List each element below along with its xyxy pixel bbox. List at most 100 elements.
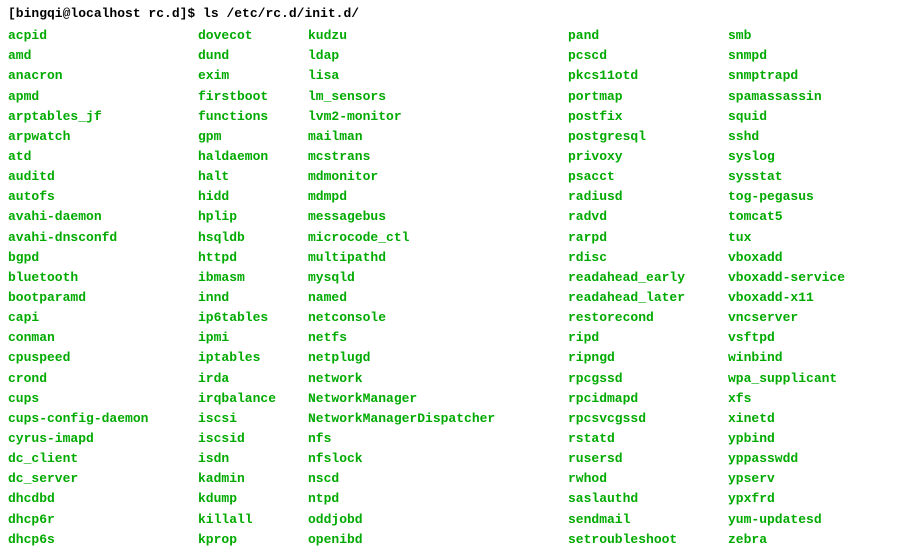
file-entry: irqbalance xyxy=(198,389,308,409)
file-entry: dc_server xyxy=(8,469,198,489)
file-entry: netconsole xyxy=(308,308,568,328)
file-entry: ip6tables xyxy=(198,308,308,328)
file-entry: cups-config-daemon xyxy=(8,409,198,429)
file-entry: postgresql xyxy=(568,127,728,147)
file-entry: apmd xyxy=(8,87,198,107)
file-entry: ntpd xyxy=(308,489,568,509)
file-entry: lm_sensors xyxy=(308,87,568,107)
file-entry: avahi-daemon xyxy=(8,207,198,227)
file-entry: syslog xyxy=(728,147,845,167)
file-entry: rarpd xyxy=(568,228,728,248)
file-entry: rstatd xyxy=(568,429,728,449)
file-entry: rpcsvcgssd xyxy=(568,409,728,429)
file-entry: bootparamd xyxy=(8,288,198,308)
file-entry: arptables_jf xyxy=(8,107,198,127)
file-entry: dc_client xyxy=(8,449,198,469)
file-entry: lisa xyxy=(308,66,568,86)
file-entry: lvm2-monitor xyxy=(308,107,568,127)
file-entry: cyrus-imapd xyxy=(8,429,198,449)
file-entry: hidd xyxy=(198,187,308,207)
file-entry: xfs xyxy=(728,389,845,409)
prompt-command: ls /etc/rc.d/init.d/ xyxy=(203,6,359,21)
file-entry: readahead_later xyxy=(568,288,728,308)
file-entry: named xyxy=(308,288,568,308)
file-entry: mcstrans xyxy=(308,147,568,167)
file-entry: ypxfrd xyxy=(728,489,845,509)
file-entry: kdump xyxy=(198,489,308,509)
file-entry: ipmi xyxy=(198,328,308,348)
file-entry: exim xyxy=(198,66,308,86)
file-entry: netfs xyxy=(308,328,568,348)
file-entry: dhcdbd xyxy=(8,489,198,509)
file-entry: saslauthd xyxy=(568,489,728,509)
file-entry: xinetd xyxy=(728,409,845,429)
file-entry: tomcat5 xyxy=(728,207,845,227)
ls-column-4: smbsnmpdsnmptrapdspamassassinsquidsshdsy… xyxy=(728,26,845,550)
file-entry: avahi-dnsconfd xyxy=(8,228,198,248)
file-entry: vsftpd xyxy=(728,328,845,348)
file-entry: snmptrapd xyxy=(728,66,845,86)
file-entry: hsqldb xyxy=(198,228,308,248)
file-entry: openibd xyxy=(308,530,568,550)
file-entry: ripd xyxy=(568,328,728,348)
file-entry: rwhod xyxy=(568,469,728,489)
file-entry: ypserv xyxy=(728,469,845,489)
file-entry: dhcp6s xyxy=(8,530,198,550)
file-entry: isdn xyxy=(198,449,308,469)
file-entry: vboxadd-service xyxy=(728,268,845,288)
file-entry: vncserver xyxy=(728,308,845,328)
file-entry: rpcgssd xyxy=(568,369,728,389)
file-entry: messagebus xyxy=(308,207,568,227)
file-entry: iscsid xyxy=(198,429,308,449)
file-entry: rpcidmapd xyxy=(568,389,728,409)
file-entry: readahead_early xyxy=(568,268,728,288)
file-entry: halt xyxy=(198,167,308,187)
file-entry: haldaemon xyxy=(198,147,308,167)
file-entry: psacct xyxy=(568,167,728,187)
file-entry: dovecot xyxy=(198,26,308,46)
file-entry: anacron xyxy=(8,66,198,86)
file-entry: firstboot xyxy=(198,87,308,107)
file-entry: vboxadd xyxy=(728,248,845,268)
file-entry: conman xyxy=(8,328,198,348)
file-entry: cpuspeed xyxy=(8,348,198,368)
file-entry: kprop xyxy=(198,530,308,550)
file-entry: sendmail xyxy=(568,510,728,530)
file-entry: functions xyxy=(198,107,308,127)
file-entry: yppasswdd xyxy=(728,449,845,469)
file-entry: vboxadd-x11 xyxy=(728,288,845,308)
file-entry: setroubleshoot xyxy=(568,530,728,550)
file-entry: ripngd xyxy=(568,348,728,368)
file-entry: sshd xyxy=(728,127,845,147)
file-entry: spamassassin xyxy=(728,87,845,107)
file-entry: dhcp6r xyxy=(8,510,198,530)
ls-column-0: acpidamdanacronapmdarptables_jfarpwatcha… xyxy=(8,26,198,550)
file-entry: gpm xyxy=(198,127,308,147)
file-entry: iptables xyxy=(198,348,308,368)
file-entry: smb xyxy=(728,26,845,46)
file-entry: nfs xyxy=(308,429,568,449)
file-entry: oddjobd xyxy=(308,510,568,530)
file-entry: portmap xyxy=(568,87,728,107)
file-entry: NetworkManager xyxy=(308,389,568,409)
file-entry: restorecond xyxy=(568,308,728,328)
ls-column-3: pandpcscdpkcs11otdportmappostfixpostgres… xyxy=(568,26,728,550)
file-entry: wpa_supplicant xyxy=(728,369,845,389)
file-entry: zebra xyxy=(728,530,845,550)
file-entry: innd xyxy=(198,288,308,308)
file-entry: privoxy xyxy=(568,147,728,167)
file-entry: cups xyxy=(8,389,198,409)
file-entry: bgpd xyxy=(8,248,198,268)
file-entry: mdmonitor xyxy=(308,167,568,187)
file-entry: rusersd xyxy=(568,449,728,469)
file-entry: auditd xyxy=(8,167,198,187)
file-entry: winbind xyxy=(728,348,845,368)
file-entry: netplugd xyxy=(308,348,568,368)
file-entry: sysstat xyxy=(728,167,845,187)
file-entry: arpwatch xyxy=(8,127,198,147)
ls-column-1: dovecotdundeximfirstbootfunctionsgpmhald… xyxy=(198,26,308,550)
file-entry: radvd xyxy=(568,207,728,227)
file-entry: NetworkManagerDispatcher xyxy=(308,409,568,429)
file-entry: amd xyxy=(8,46,198,66)
ls-output: acpidamdanacronapmdarptables_jfarpwatcha… xyxy=(8,26,906,550)
